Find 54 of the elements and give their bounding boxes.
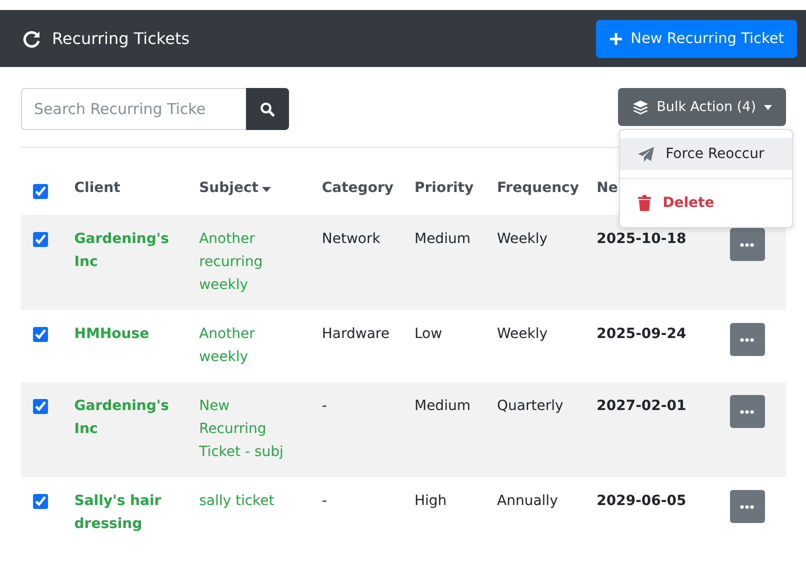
- priority-cell: Low: [414, 326, 442, 342]
- trash-icon: [638, 195, 651, 211]
- ellipsis-icon: [740, 504, 754, 508]
- client-link[interactable]: Sally's hair dressing: [74, 490, 174, 536]
- search-icon: [260, 102, 275, 116]
- row-checkbox[interactable]: [33, 399, 48, 414]
- ellipsis-icon: [740, 410, 754, 414]
- next-date-cell: 2027-02-01: [596, 398, 686, 414]
- next-date-cell: 2025-10-18: [596, 231, 686, 247]
- more-button[interactable]: [730, 395, 765, 428]
- refresh-icon: [23, 30, 41, 48]
- page-title: Recurring Tickets: [52, 29, 190, 48]
- more-button[interactable]: [730, 323, 765, 356]
- frequency-cell: Weekly: [497, 326, 548, 342]
- caret-icon: [764, 104, 772, 110]
- frequency-cell: Weekly: [497, 231, 548, 247]
- column-header[interactable]: Client: [74, 180, 120, 196]
- category-cell: Hardware: [322, 326, 390, 342]
- column-header[interactable]: Ne: [596, 180, 618, 196]
- more-button[interactable]: [730, 228, 765, 261]
- subject-link[interactable]: sally ticket: [199, 490, 300, 513]
- column-header[interactable]: Priority: [414, 180, 474, 196]
- column-header[interactable]: Frequency: [497, 180, 579, 196]
- search-field[interactable]: Search Recurring Ticke: [21, 88, 246, 130]
- ellipsis-icon: [740, 242, 754, 246]
- search-button[interactable]: [246, 88, 289, 130]
- next-date-cell: 2025-09-24: [596, 326, 686, 342]
- subject-link[interactable]: Another weekly: [199, 323, 300, 369]
- bulk-action-button[interactable]: Bulk Action (4): [618, 88, 786, 126]
- client-link[interactable]: HMHouse: [74, 323, 174, 346]
- row-checkbox[interactable]: [33, 494, 48, 509]
- column-header[interactable]: Subject: [199, 180, 272, 196]
- frequency-cell: Annually: [497, 493, 558, 509]
- category-cell: -: [322, 493, 327, 509]
- frequency-cell: Quarterly: [497, 398, 564, 414]
- category-cell: Network: [322, 231, 380, 247]
- priority-cell: Medium: [414, 231, 470, 247]
- column-header[interactable]: Category: [322, 180, 394, 196]
- select-all-checkbox[interactable]: [33, 184, 48, 199]
- layers-icon: [632, 100, 649, 114]
- menu-item[interactable]: Delete: [620, 187, 792, 219]
- priority-cell: High: [414, 493, 447, 509]
- plus-icon: [608, 32, 623, 46]
- more-button[interactable]: [730, 490, 765, 523]
- row-checkbox[interactable]: [33, 232, 48, 247]
- ellipsis-icon: [740, 338, 754, 342]
- row-checkbox[interactable]: [33, 327, 48, 342]
- sort-caret-icon: [262, 187, 272, 192]
- next-date-cell: 2029-06-05: [596, 493, 686, 509]
- menu-item[interactable]: Force Reoccur: [620, 138, 792, 170]
- new-recurring-ticket-button[interactable]: New Recurring Ticket: [596, 20, 797, 58]
- priority-cell: Medium: [414, 398, 470, 414]
- paper-plane-icon: [638, 146, 654, 162]
- category-cell: -: [322, 398, 327, 414]
